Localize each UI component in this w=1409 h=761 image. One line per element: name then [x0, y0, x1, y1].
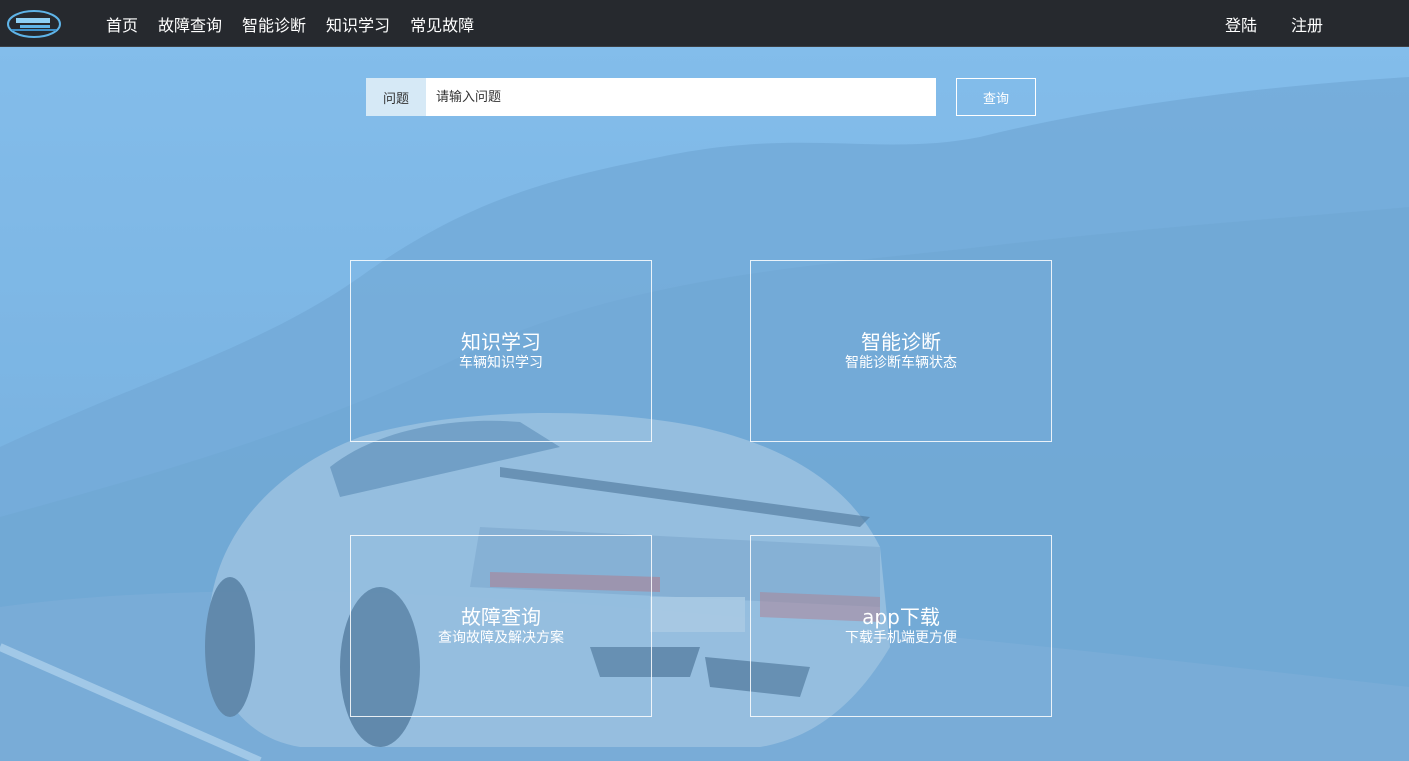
card-title: 知识学习	[461, 330, 541, 354]
hero-background	[0, 47, 1409, 761]
card-title: app下载	[862, 605, 940, 629]
auth-links: 登陆 注册	[1191, 0, 1323, 47]
top-navbar: 首页 故障查询 智能诊断 知识学习 常见故障 登陆 注册	[0, 0, 1409, 47]
nav-common-faults[interactable]: 常见故障	[410, 12, 474, 36]
card-subtitle: 查询故障及解决方案	[438, 630, 564, 646]
brand-logo[interactable]	[6, 8, 62, 40]
login-link[interactable]: 登陆	[1225, 12, 1257, 36]
search-input[interactable]	[426, 78, 936, 116]
card-subtitle: 下载手机端更方便	[845, 630, 957, 646]
nav-fault-query[interactable]: 故障查询	[158, 12, 222, 36]
card-app-download[interactable]: app下载 下载手机端更方便	[750, 535, 1052, 717]
nav-home[interactable]: 首页	[106, 12, 138, 36]
nav-knowledge-learning[interactable]: 知识学习	[326, 12, 390, 36]
card-smart-diagnosis[interactable]: 智能诊断 智能诊断车辆状态	[750, 260, 1052, 442]
card-knowledge-learning[interactable]: 知识学习 车辆知识学习	[350, 260, 652, 442]
card-fault-query[interactable]: 故障查询 查询故障及解决方案	[350, 535, 652, 717]
card-title: 故障查询	[461, 605, 541, 629]
nav-smart-diagnosis[interactable]: 智能诊断	[242, 12, 306, 36]
background-scene	[0, 47, 1409, 761]
card-subtitle: 智能诊断车辆状态	[845, 355, 957, 371]
search-label: 问题	[366, 78, 426, 116]
card-title: 智能诊断	[861, 330, 941, 354]
register-link[interactable]: 注册	[1291, 12, 1323, 36]
main-nav: 首页 故障查询 智能诊断 知识学习 常见故障	[106, 0, 494, 47]
card-subtitle: 车辆知识学习	[459, 355, 543, 371]
search-button[interactable]: 查询	[956, 78, 1036, 116]
